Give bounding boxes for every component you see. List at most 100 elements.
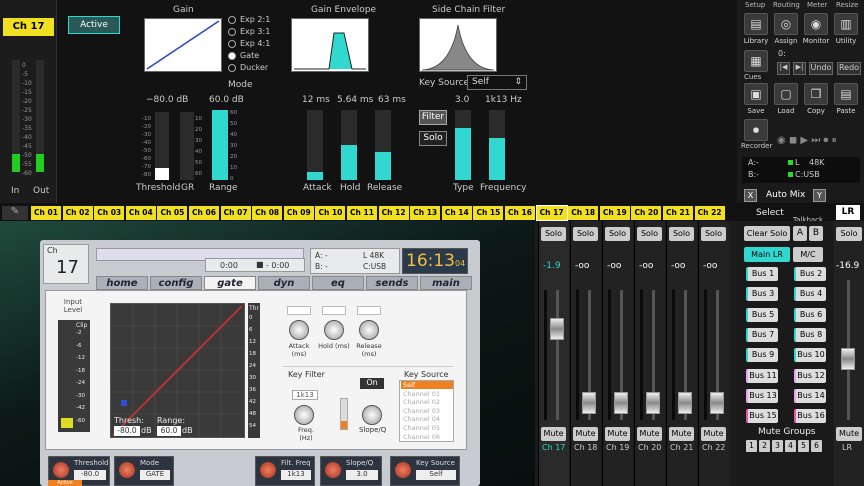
- assign-button[interactable]: ◎: [774, 13, 798, 35]
- bus-button-10[interactable]: Bus 10: [794, 348, 826, 363]
- mode-option-exp-2-1[interactable]: Exp 2:1: [228, 15, 288, 26]
- device-tab-dyn[interactable]: dyn: [258, 276, 310, 290]
- filter-button[interactable]: Filter: [419, 110, 447, 125]
- pencil-icon[interactable]: ✎: [2, 206, 28, 220]
- monitor-button[interactable]: ◉: [804, 13, 828, 35]
- bus-button-5[interactable]: Bus 5: [746, 307, 778, 322]
- device-key-source-option[interactable]: Channel 03: [401, 407, 453, 415]
- device-tab-sends[interactable]: sends: [366, 276, 418, 290]
- strip-solo-button[interactable]: Solo: [669, 227, 694, 241]
- copy-button[interactable]: ❐: [804, 83, 828, 105]
- recorder-button[interactable]: ⏺: [744, 119, 768, 141]
- strip-mute-button[interactable]: Mute: [541, 427, 566, 441]
- channel-tab-ch-13[interactable]: Ch 13: [410, 206, 441, 220]
- device-knob-attack[interactable]: [289, 320, 309, 340]
- utility-button[interactable]: ▥: [834, 13, 858, 35]
- active-button[interactable]: Active: [68, 16, 120, 34]
- device-key-source-option[interactable]: Channel 01: [401, 390, 453, 398]
- strip-mute-button[interactable]: Mute: [637, 427, 662, 441]
- tools-header-routing[interactable]: Routing: [773, 1, 800, 9]
- lr-fader-cap[interactable]: [841, 348, 855, 370]
- mute-group-6[interactable]: 6: [811, 440, 822, 452]
- x-button[interactable]: X: [744, 189, 757, 202]
- load-button[interactable]: ▢: [774, 83, 798, 105]
- bus-button-1[interactable]: Bus 1: [746, 267, 778, 281]
- channel-tab-ch-03[interactable]: Ch 03: [94, 206, 125, 220]
- fader-cap[interactable]: [614, 392, 628, 414]
- channel-tab-ch-12[interactable]: Ch 12: [378, 206, 409, 220]
- bus-button-16[interactable]: Bus 16: [794, 409, 826, 424]
- bus-button-14[interactable]: Bus 14: [794, 388, 826, 403]
- tools-header-setup[interactable]: Setup: [745, 1, 765, 9]
- y-button[interactable]: Y: [813, 189, 826, 202]
- fader-cap[interactable]: [582, 392, 596, 414]
- main-lr-button[interactable]: Main LR: [744, 247, 790, 262]
- mode-option-exp-3-1[interactable]: Exp 3:1: [228, 27, 288, 38]
- bus-button-9[interactable]: Bus 9: [746, 348, 778, 363]
- type-fader[interactable]: [455, 110, 471, 180]
- strip-mute-button[interactable]: Mute: [605, 427, 630, 441]
- mode-option-exp-4-1[interactable]: Exp 4:1: [228, 39, 288, 50]
- device-key-source-option[interactable]: Channel 05: [401, 424, 453, 432]
- mute-group-2[interactable]: 2: [759, 440, 770, 452]
- paste-button[interactable]: ▤: [834, 83, 858, 105]
- bus-button-8[interactable]: Bus 8: [794, 327, 826, 342]
- frequency-fader[interactable]: [489, 110, 505, 180]
- channel-tab-ch-09[interactable]: Ch 09: [283, 206, 314, 220]
- bus-button-3[interactable]: Bus 3: [746, 287, 778, 302]
- device-tab-config[interactable]: config: [150, 276, 202, 290]
- device-knob-release[interactable]: [359, 320, 379, 340]
- tools-header-meter[interactable]: Meter: [807, 1, 827, 9]
- lr-solo-button[interactable]: Solo: [836, 227, 862, 241]
- clear-solo-button[interactable]: Clear Solo: [744, 226, 790, 241]
- channel-tab-ch-18[interactable]: Ch 18: [568, 206, 599, 220]
- strip-solo-button[interactable]: Solo: [637, 227, 662, 241]
- redo-button[interactable]: Redo: [837, 62, 861, 75]
- device-slope-knob[interactable]: [362, 405, 382, 425]
- fader-cap[interactable]: [710, 392, 724, 414]
- device-tab-gate[interactable]: gate: [204, 276, 256, 290]
- device-filter-type[interactable]: [340, 398, 348, 430]
- mute-group-4[interactable]: 4: [785, 440, 796, 452]
- channel-tab-ch-08[interactable]: Ch 08: [252, 206, 283, 220]
- device-key-source-option[interactable]: Channel 04: [401, 415, 453, 423]
- bus-button-12[interactable]: Bus 12: [794, 368, 826, 383]
- lr-mute-button[interactable]: Mute: [836, 427, 862, 441]
- bus-button-11[interactable]: Bus 11: [746, 368, 778, 383]
- channel-tab-ch-05[interactable]: Ch 05: [157, 206, 188, 220]
- channel-tab-ch-20[interactable]: Ch 20: [631, 206, 662, 220]
- lr-select-button[interactable]: LR: [836, 205, 860, 220]
- channel-tab-ch-16[interactable]: Ch 16: [505, 206, 535, 220]
- library-button[interactable]: ▤: [744, 13, 768, 35]
- device-tab-eq[interactable]: eq: [312, 276, 364, 290]
- release-fader[interactable]: [375, 110, 391, 180]
- channel-tab-ch-17[interactable]: Ch 17: [535, 205, 568, 221]
- channel-tab-ch-02[interactable]: Ch 02: [62, 206, 93, 220]
- range-fader[interactable]: [212, 110, 228, 180]
- bus-button-13[interactable]: Bus 13: [746, 388, 778, 403]
- transport-controls[interactable]: ◉ ◼ ▶ ⏭ ⏺ ⏸: [777, 135, 863, 149]
- key-source-select[interactable]: Self ⇕: [467, 75, 527, 90]
- device-key-source-option[interactable]: Channel 06: [401, 433, 453, 441]
- bus-button-7[interactable]: Bus 7: [746, 327, 778, 342]
- mode-option-gate[interactable]: Gate: [228, 51, 288, 62]
- channel-tab-ch-10[interactable]: Ch 10: [315, 206, 346, 220]
- bus-button-15[interactable]: Bus 15: [746, 409, 778, 424]
- strip-mute-button[interactable]: Mute: [701, 427, 726, 441]
- bus-button-6[interactable]: Bus 6: [794, 307, 826, 322]
- device-on-button[interactable]: On: [360, 378, 384, 389]
- next-cue-button[interactable]: ▶|: [793, 62, 806, 75]
- bus-button-2[interactable]: Bus 2: [794, 267, 826, 281]
- strip-solo-button[interactable]: Solo: [701, 227, 726, 241]
- fader-cap[interactable]: [550, 318, 564, 340]
- channel-tab-ch-11[interactable]: Ch 11: [347, 206, 377, 220]
- mute-group-3[interactable]: 3: [772, 440, 783, 452]
- fader-cap[interactable]: [678, 392, 692, 414]
- attack-fader[interactable]: [307, 110, 323, 180]
- prev-cue-button[interactable]: |◀: [777, 62, 790, 75]
- device-knob-hold[interactable]: [324, 320, 344, 340]
- tools-header-resize[interactable]: Resize: [836, 1, 858, 9]
- device-key-source-option[interactable]: Self: [401, 381, 453, 389]
- strip-mute-button[interactable]: Mute: [669, 427, 694, 441]
- device-freq-knob[interactable]: [294, 405, 314, 425]
